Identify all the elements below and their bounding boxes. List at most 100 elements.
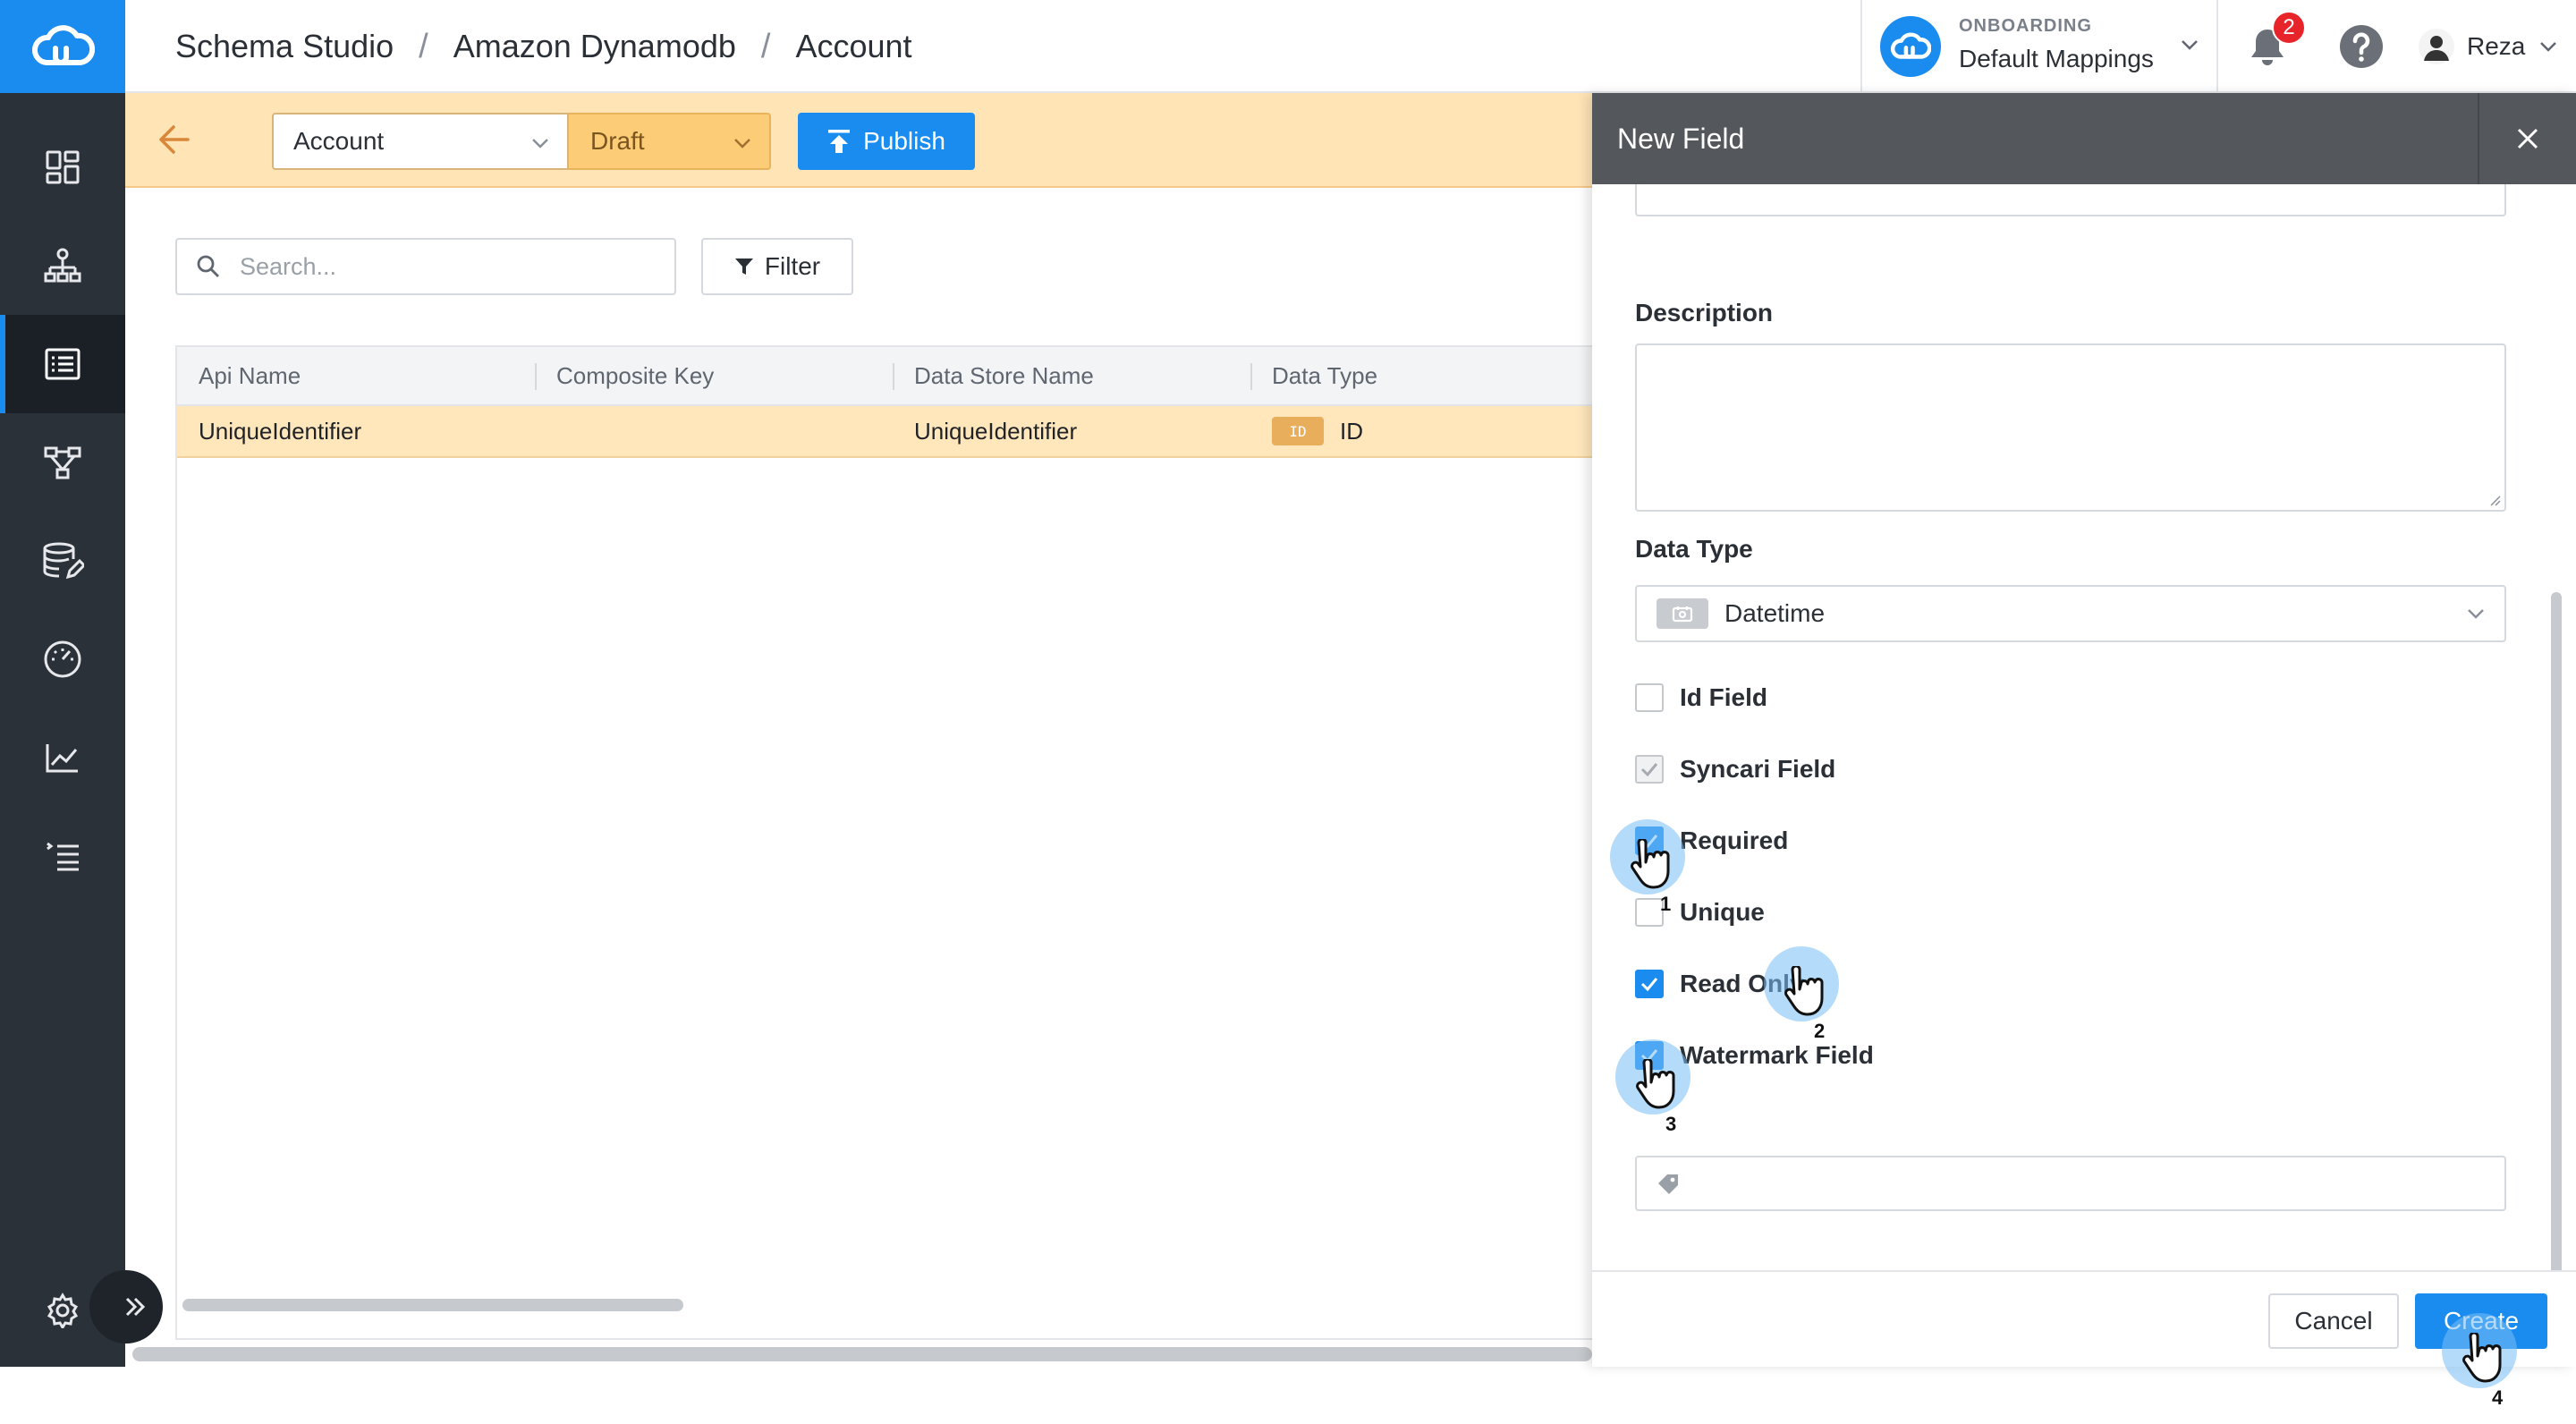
breadcrumb: Schema Studio / Amazon Dynamodb / Accoun… bbox=[175, 0, 912, 93]
data-type-value: ID bbox=[1340, 417, 1363, 445]
column-header-data-store-name[interactable]: Data Store Name bbox=[893, 347, 1094, 404]
cancel-button[interactable]: Cancel bbox=[2268, 1293, 2399, 1349]
check-icon bbox=[1640, 763, 1658, 776]
drawer-vertical-scrollbar[interactable] bbox=[2551, 592, 2562, 1270]
cell-composite-key bbox=[535, 406, 556, 456]
database-edit-icon bbox=[43, 542, 84, 580]
pointer-hand-icon bbox=[1636, 1059, 1675, 1109]
nav-monitor[interactable] bbox=[0, 610, 125, 708]
filter-button[interactable]: Filter bbox=[701, 238, 853, 295]
publish-button[interactable]: Publish bbox=[798, 113, 975, 170]
close-icon bbox=[2517, 128, 2538, 149]
syncari-field-checkbox[interactable] bbox=[1635, 755, 1664, 784]
id-field-checkbox-row[interactable]: Id Field bbox=[1635, 682, 1767, 714]
workspace-label: ONBOARDING bbox=[1959, 16, 2092, 36]
breadcrumb-separator: / bbox=[760, 27, 771, 65]
line-chart-icon bbox=[46, 744, 78, 773]
user-name: Reza bbox=[2467, 32, 2526, 60]
nav-schema[interactable] bbox=[0, 315, 125, 413]
filter-label: Filter bbox=[764, 252, 821, 280]
workspace-switcher[interactable]: ONBOARDING Default Mappings bbox=[1860, 0, 2218, 93]
breadcrumb-item-app[interactable]: Amazon Dynamodb bbox=[453, 28, 736, 65]
table-header: Api Name Composite Key Data Store Name D… bbox=[177, 347, 1592, 406]
data-type-value: Datetime bbox=[1724, 599, 1826, 627]
gear-icon bbox=[47, 1293, 79, 1328]
help-button[interactable] bbox=[2317, 0, 2406, 93]
drawer-title: New Field bbox=[1617, 122, 1745, 155]
datetime-type-icon bbox=[1657, 598, 1708, 629]
nav-analytics[interactable] bbox=[0, 708, 125, 807]
back-arrow-icon[interactable] bbox=[157, 123, 191, 156]
breadcrumb-separator: / bbox=[419, 27, 428, 65]
pointer-hand-icon bbox=[1784, 966, 1824, 1016]
nav-hierarchy[interactable] bbox=[0, 216, 125, 315]
click-step-marker-2: 2 bbox=[1764, 946, 1898, 1054]
status-select-value: Draft bbox=[590, 127, 645, 155]
top-bar: Schema Studio / Amazon Dynamodb / Accoun… bbox=[125, 0, 2576, 93]
flow-icon bbox=[44, 446, 81, 479]
description-label: Description bbox=[1635, 299, 1774, 326]
drawer-header: New Field bbox=[1592, 93, 2576, 184]
chevron-down-icon bbox=[532, 139, 548, 148]
workspace-cloud-icon bbox=[1880, 16, 1941, 77]
user-menu[interactable]: Reza bbox=[2406, 0, 2576, 93]
entity-select[interactable]: Account bbox=[272, 113, 569, 170]
tags-input[interactable] bbox=[1635, 1156, 2506, 1211]
data-type-label: Data Type bbox=[1635, 535, 1753, 563]
table-horizontal-scrollbar[interactable] bbox=[182, 1299, 683, 1311]
column-header-composite-key[interactable]: Composite Key bbox=[535, 347, 714, 404]
id-field-label: Id Field bbox=[1680, 683, 1767, 711]
page-horizontal-scrollbar[interactable] bbox=[132, 1347, 1592, 1361]
tag-icon bbox=[1658, 1174, 1678, 1194]
table-row[interactable]: UniqueIdentifier UniqueIdentifier ID ID bbox=[177, 406, 1592, 458]
id-field-checkbox[interactable] bbox=[1635, 683, 1664, 712]
new-field-drawer: New Field Description Data Type Datetime… bbox=[1592, 93, 2576, 1367]
chevron-down-icon bbox=[2540, 42, 2557, 52]
dashboard-icon bbox=[46, 150, 80, 184]
field-name-input[interactable] bbox=[1635, 184, 2506, 216]
click-step-marker-3: 3 bbox=[1615, 1039, 1750, 1147]
nav-logs[interactable] bbox=[0, 807, 125, 905]
click-step-marker-1: 1 bbox=[1610, 819, 1744, 927]
sidebar-expand-button[interactable] bbox=[89, 1270, 163, 1343]
app-logo[interactable] bbox=[0, 0, 125, 93]
notifications-button[interactable]: 2 bbox=[2218, 0, 2317, 93]
chevron-down-icon bbox=[734, 139, 750, 148]
breadcrumb-item-schema-studio[interactable]: Schema Studio bbox=[175, 28, 394, 65]
notification-count-badge: 2 bbox=[2272, 11, 2306, 45]
chevron-down-icon bbox=[2182, 40, 2198, 50]
drawer-footer: Cancel Create bbox=[1592, 1270, 2576, 1367]
search-input[interactable]: Search... bbox=[175, 238, 676, 295]
breadcrumb-item-entity: Account bbox=[795, 28, 912, 64]
syncari-field-checkbox-row[interactable]: Syncari Field bbox=[1635, 753, 1835, 785]
pointer-hand-icon bbox=[2462, 1333, 2502, 1383]
cell-api-name: UniqueIdentifier bbox=[199, 417, 362, 445]
filter-icon bbox=[734, 259, 753, 275]
status-select[interactable]: Draft bbox=[569, 113, 771, 170]
check-icon bbox=[1640, 978, 1658, 991]
click-step-number: 4 bbox=[2492, 1386, 2504, 1409]
sidebar bbox=[0, 0, 125, 1367]
id-type-tag: ID bbox=[1272, 417, 1324, 445]
description-textarea[interactable] bbox=[1635, 343, 2506, 512]
double-chevron-right-icon bbox=[125, 1297, 146, 1317]
pointer-hand-icon bbox=[1631, 839, 1670, 889]
column-header-data-type[interactable]: Data Type bbox=[1250, 347, 1377, 404]
cell-data-store-name: UniqueIdentifier bbox=[914, 417, 1078, 445]
nav-dashboard[interactable] bbox=[0, 118, 125, 216]
avatar bbox=[2419, 29, 2454, 64]
close-drawer-button[interactable] bbox=[2478, 93, 2576, 184]
resize-handle-icon[interactable] bbox=[2488, 494, 2501, 506]
click-step-number: 2 bbox=[1814, 1020, 1826, 1042]
read-only-checkbox[interactable] bbox=[1635, 970, 1664, 998]
search-icon bbox=[197, 255, 219, 277]
nav-flow[interactable] bbox=[0, 413, 125, 512]
click-step-number: 3 bbox=[1665, 1113, 1677, 1135]
click-step-number: 1 bbox=[1660, 893, 1672, 915]
list-icon bbox=[45, 348, 80, 380]
column-header-api-name[interactable]: Api Name bbox=[177, 347, 301, 404]
nav-data-store[interactable] bbox=[0, 512, 125, 610]
schema-toolbar: Account Draft Publish bbox=[125, 93, 1592, 188]
data-type-select[interactable]: Datetime bbox=[1635, 585, 2506, 642]
cell-data-type: ID ID bbox=[1250, 406, 1363, 456]
